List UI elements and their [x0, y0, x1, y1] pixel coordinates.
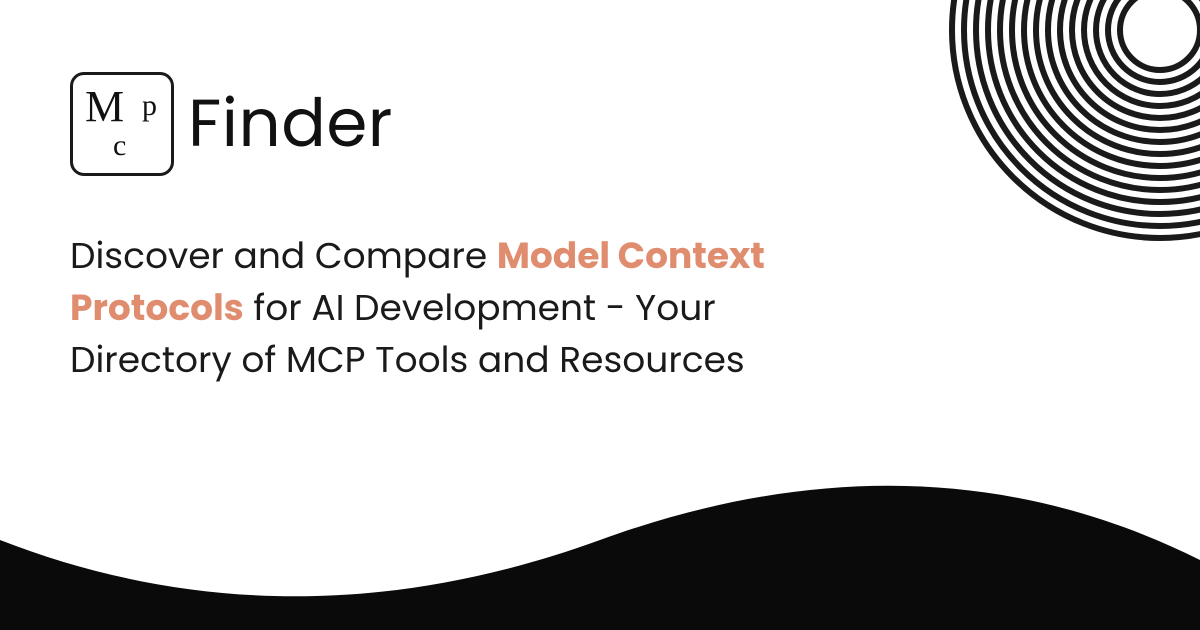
brand-logo: M p c Finder — [70, 72, 393, 176]
logo-wordmark: Finder — [188, 75, 393, 174]
decorative-arcs — [880, 0, 1200, 250]
promo-card: M p c Finder Discover and Compare Model … — [0, 0, 1200, 630]
logo-letter-p: p — [142, 89, 157, 123]
headline-text: Discover and Compare Model Context Proto… — [70, 230, 840, 387]
logo-letter-m: M — [85, 81, 124, 132]
logo-letter-c: c — [113, 129, 126, 163]
headline-pre: Discover and Compare — [70, 230, 497, 281]
decorative-wave — [0, 450, 1200, 630]
logo-mark: M p c — [70, 72, 174, 176]
